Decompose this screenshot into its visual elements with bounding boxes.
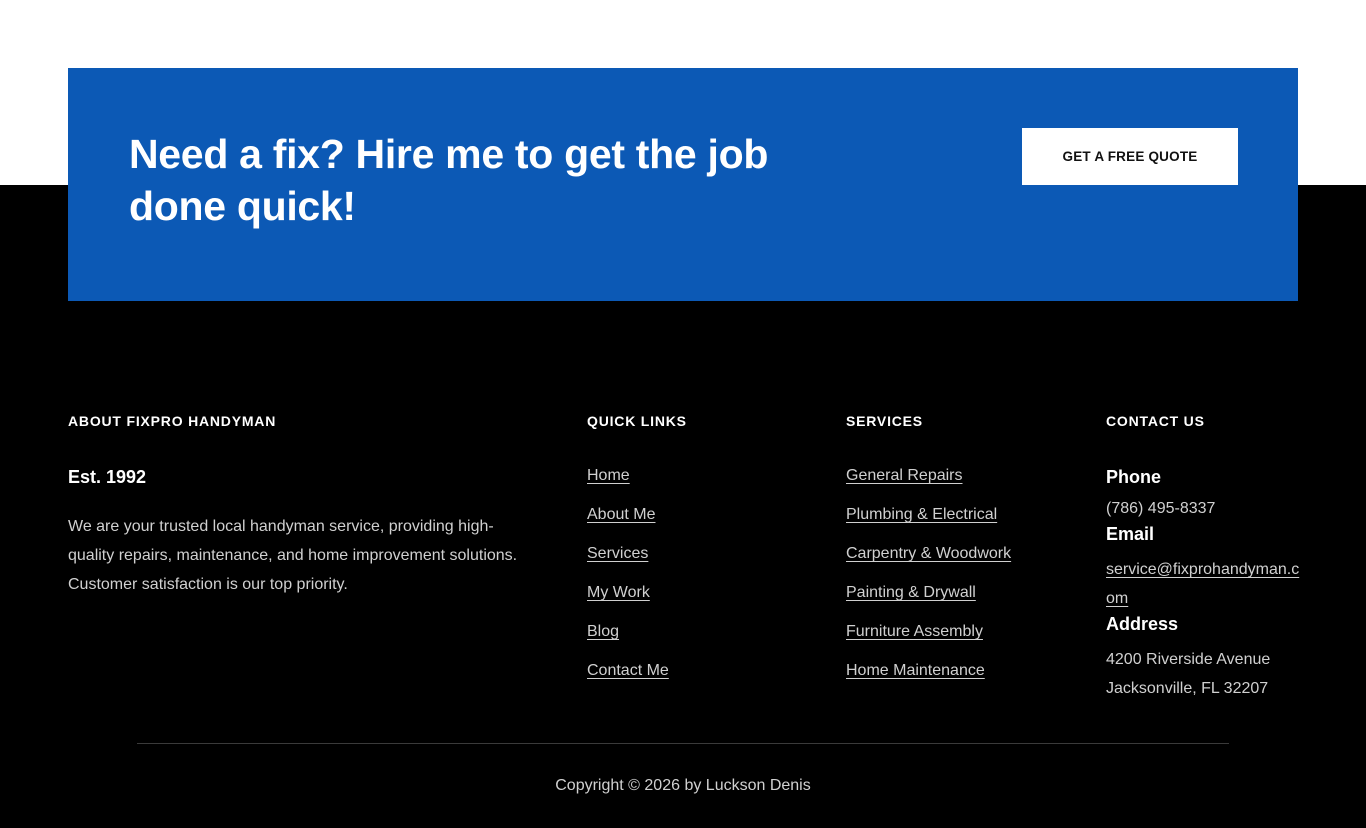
about-heading: ABOUT FIXPRO HANDYMAN bbox=[68, 413, 277, 429]
service-link-furniture-assembly[interactable]: Furniture Assembly bbox=[846, 623, 983, 640]
footer-about-column: ABOUT FIXPRO HANDYMAN Est. 1992 We are y… bbox=[68, 410, 528, 599]
address-label: Address bbox=[1106, 614, 1179, 634]
list-item: Painting & Drywall bbox=[846, 583, 1066, 622]
list-item: Blog bbox=[587, 622, 787, 661]
quick-link-home[interactable]: Home bbox=[587, 467, 630, 484]
cta-banner: Need a fix? Hire me to get the job done … bbox=[68, 68, 1298, 301]
email-link[interactable]: service@fixprohandyman.com bbox=[1106, 561, 1299, 607]
copyright-text: Copyright © 2026 by Luckson Denis bbox=[555, 777, 811, 794]
service-link-general-repairs[interactable]: General Repairs bbox=[846, 467, 963, 484]
services-heading: SERVICES bbox=[846, 413, 923, 429]
phone-label: Phone bbox=[1106, 467, 1162, 487]
address-line-2: Jacksonville, FL 32207 bbox=[1106, 680, 1269, 697]
list-item: Home bbox=[587, 466, 787, 505]
list-item: About Me bbox=[587, 505, 787, 544]
quick-links-heading: QUICK LINKS bbox=[587, 413, 687, 429]
quick-link-blog[interactable]: Blog bbox=[587, 623, 619, 640]
about-description: We are your trusted local handyman servi… bbox=[68, 518, 518, 593]
service-link-carpentry-woodwork[interactable]: Carpentry & Woodwork bbox=[846, 545, 1011, 562]
email-label: Email bbox=[1106, 524, 1155, 544]
footer-divider bbox=[137, 743, 1229, 744]
service-link-painting-drywall[interactable]: Painting & Drywall bbox=[846, 584, 976, 601]
cta-headline: Need a fix? Hire me to get the job done … bbox=[129, 131, 769, 229]
service-link-plumbing-electrical[interactable]: Plumbing & Electrical bbox=[846, 506, 997, 523]
service-link-home-maintenance[interactable]: Home Maintenance bbox=[846, 662, 985, 679]
quick-link-my-work[interactable]: My Work bbox=[587, 584, 650, 601]
list-item: Furniture Assembly bbox=[846, 622, 1066, 661]
list-item: Home Maintenance bbox=[846, 661, 1066, 700]
phone-number: (786) 495-8337 bbox=[1106, 500, 1216, 517]
list-item: Carpentry & Woodwork bbox=[846, 544, 1066, 583]
quick-link-contact-me[interactable]: Contact Me bbox=[587, 662, 669, 679]
get-free-quote-button[interactable]: GET A FREE QUOTE bbox=[1022, 128, 1238, 185]
quick-link-services[interactable]: Services bbox=[587, 545, 648, 562]
list-item: General Repairs bbox=[846, 466, 1066, 505]
list-item: My Work bbox=[587, 583, 787, 622]
footer-quick-links: QUICK LINKS Home About Me Services My Wo… bbox=[587, 410, 787, 700]
email-value: service@fixprohandyman.com bbox=[1106, 555, 1306, 613]
list-item: Plumbing & Electrical bbox=[846, 505, 1066, 544]
quick-link-about-me[interactable]: About Me bbox=[587, 506, 655, 523]
list-item: Contact Me bbox=[587, 661, 787, 700]
list-item: Services bbox=[587, 544, 787, 583]
footer-contact-column: CONTACT US Phone (786) 495-8337 Email se… bbox=[1106, 410, 1306, 703]
address-line-1: 4200 Riverside Avenue bbox=[1106, 651, 1271, 668]
established-year: Est. 1992 bbox=[68, 467, 147, 487]
contact-heading: CONTACT US bbox=[1106, 413, 1205, 429]
footer-services: SERVICES General Repairs Plumbing & Elec… bbox=[846, 410, 1066, 700]
